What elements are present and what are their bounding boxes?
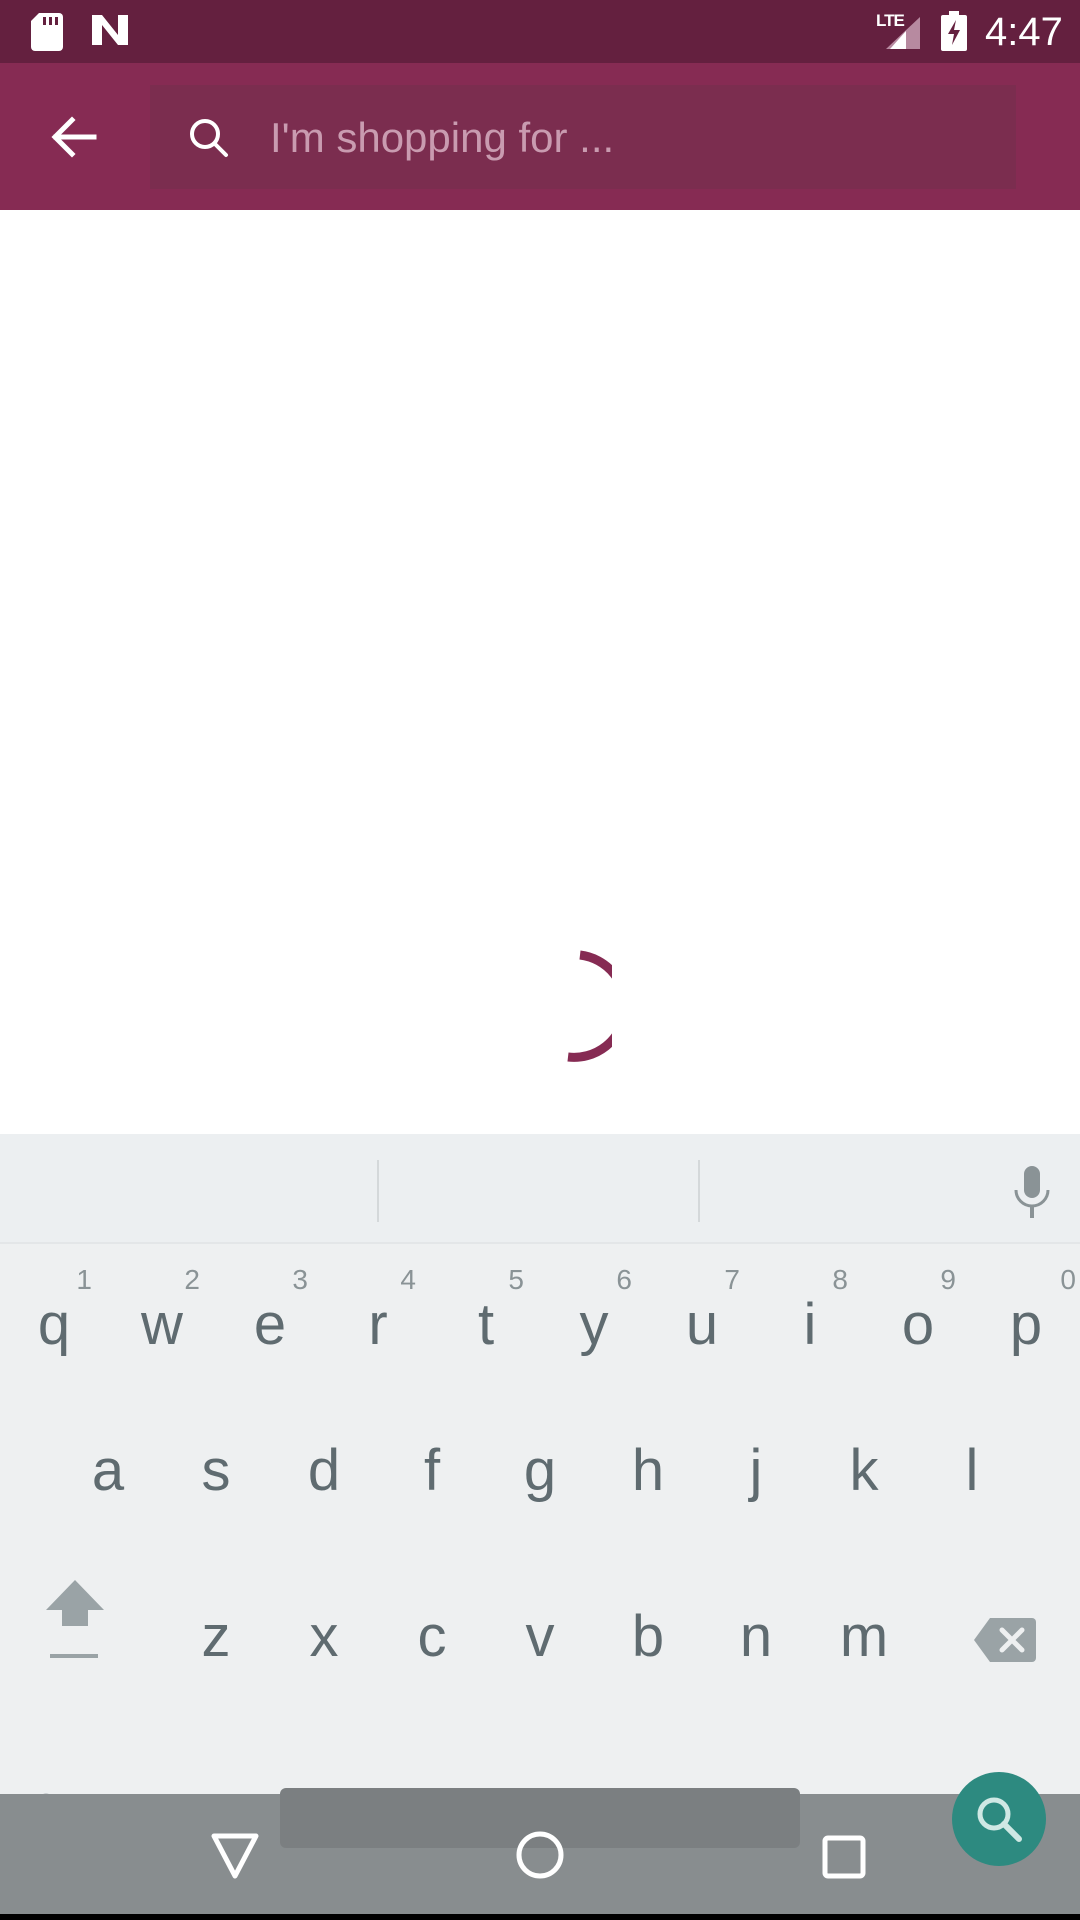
key-letter: j	[749, 1438, 763, 1503]
key-c[interactable]: c	[378, 1574, 486, 1724]
key-letter: m	[839, 1604, 889, 1669]
key-letter: b	[631, 1604, 665, 1669]
key-h[interactable]: h	[594, 1408, 702, 1558]
nav-recents-icon[interactable]	[822, 1835, 866, 1879]
key-j[interactable]: j	[702, 1408, 810, 1558]
key-s[interactable]: s	[162, 1408, 270, 1558]
nav-back-icon[interactable]	[210, 1832, 260, 1880]
clock: 4:47	[985, 10, 1063, 54]
key-n[interactable]: n	[702, 1574, 810, 1724]
search-box[interactable]	[150, 85, 1016, 189]
arrow-left-icon	[51, 116, 97, 158]
key-q[interactable]: 1 q	[0, 1258, 108, 1408]
key-f[interactable]: f	[378, 1408, 486, 1558]
key-y[interactable]: 6 y	[540, 1258, 648, 1408]
search-input[interactable]	[268, 103, 992, 173]
key-b[interactable]: b	[594, 1574, 702, 1724]
n-logo-icon	[92, 15, 128, 45]
keyboard: 1 q 2 w 3 e 4 r 5 t 6 y 7 u 8 i 9 o 0 p …	[0, 1134, 1080, 1832]
key-e[interactable]: 3 e	[216, 1258, 324, 1408]
key-d[interactable]: d	[270, 1408, 378, 1558]
key-letter: i	[803, 1292, 817, 1357]
sd-card-icon	[31, 13, 63, 51]
key-letter: n	[739, 1604, 773, 1669]
key-letter: p	[1009, 1292, 1043, 1357]
key-letter: l	[965, 1438, 979, 1503]
search-icon	[977, 1797, 1022, 1842]
loading-spinner	[567, 950, 612, 1062]
suggestion-strip	[0, 1134, 1080, 1244]
microphone-icon[interactable]	[1006, 1164, 1058, 1220]
shift-icon	[46, 1580, 104, 1658]
key-letter: u	[685, 1292, 719, 1357]
screen-bottom-edge	[0, 1914, 1080, 1920]
key-letter: c	[417, 1604, 447, 1669]
key-g[interactable]: g	[486, 1408, 594, 1558]
key-letter: e	[253, 1292, 287, 1357]
keyboard-search-button[interactable]	[952, 1772, 1046, 1866]
shift-key[interactable]	[20, 1574, 130, 1724]
key-letter: q	[37, 1292, 71, 1357]
key-letter: t	[477, 1292, 495, 1357]
status-bar: LTE 4:47	[0, 0, 1080, 63]
key-letter: r	[368, 1292, 388, 1357]
key-o[interactable]: 9 o	[864, 1258, 972, 1408]
key-i[interactable]: 8 i	[756, 1258, 864, 1408]
key-letter: f	[423, 1438, 441, 1503]
key-letter: y	[579, 1292, 609, 1357]
suggestion-divider	[377, 1160, 379, 1222]
app-bar	[0, 63, 1080, 210]
key-u[interactable]: 7 u	[648, 1258, 756, 1408]
key-letter: s	[201, 1438, 231, 1503]
backspace-key[interactable]	[960, 1574, 1060, 1724]
key-letter: z	[201, 1604, 231, 1669]
battery-charging-icon	[941, 11, 967, 51]
key-l[interactable]: l	[918, 1408, 1026, 1558]
suggestion-divider	[698, 1160, 700, 1222]
key-v[interactable]: v	[486, 1574, 594, 1724]
key-letter: x	[309, 1604, 339, 1669]
key-letter: k	[849, 1438, 879, 1503]
key-p[interactable]: 0 p	[972, 1258, 1080, 1408]
key-letter: w	[141, 1292, 183, 1357]
key-letter: h	[631, 1438, 665, 1503]
key-letter: g	[523, 1438, 557, 1503]
key-letter: d	[307, 1438, 341, 1503]
network-type: LTE	[876, 11, 905, 30]
back-button[interactable]	[36, 107, 112, 167]
key-a[interactable]: a	[54, 1408, 162, 1558]
key-k[interactable]: k	[810, 1408, 918, 1558]
key-r[interactable]: 4 r	[324, 1258, 432, 1408]
key-letter: a	[91, 1438, 125, 1503]
key-x[interactable]: x	[270, 1574, 378, 1724]
key-z[interactable]: z	[162, 1574, 270, 1724]
nav-home-icon[interactable]	[515, 1830, 565, 1880]
key-letter: v	[525, 1604, 555, 1669]
search-icon	[190, 119, 228, 157]
key-w[interactable]: 2 w	[108, 1258, 216, 1408]
backspace-icon	[974, 1618, 1036, 1662]
key-m[interactable]: m	[810, 1574, 918, 1724]
key-letter: o	[901, 1292, 935, 1357]
key-t[interactable]: 5 t	[432, 1258, 540, 1408]
